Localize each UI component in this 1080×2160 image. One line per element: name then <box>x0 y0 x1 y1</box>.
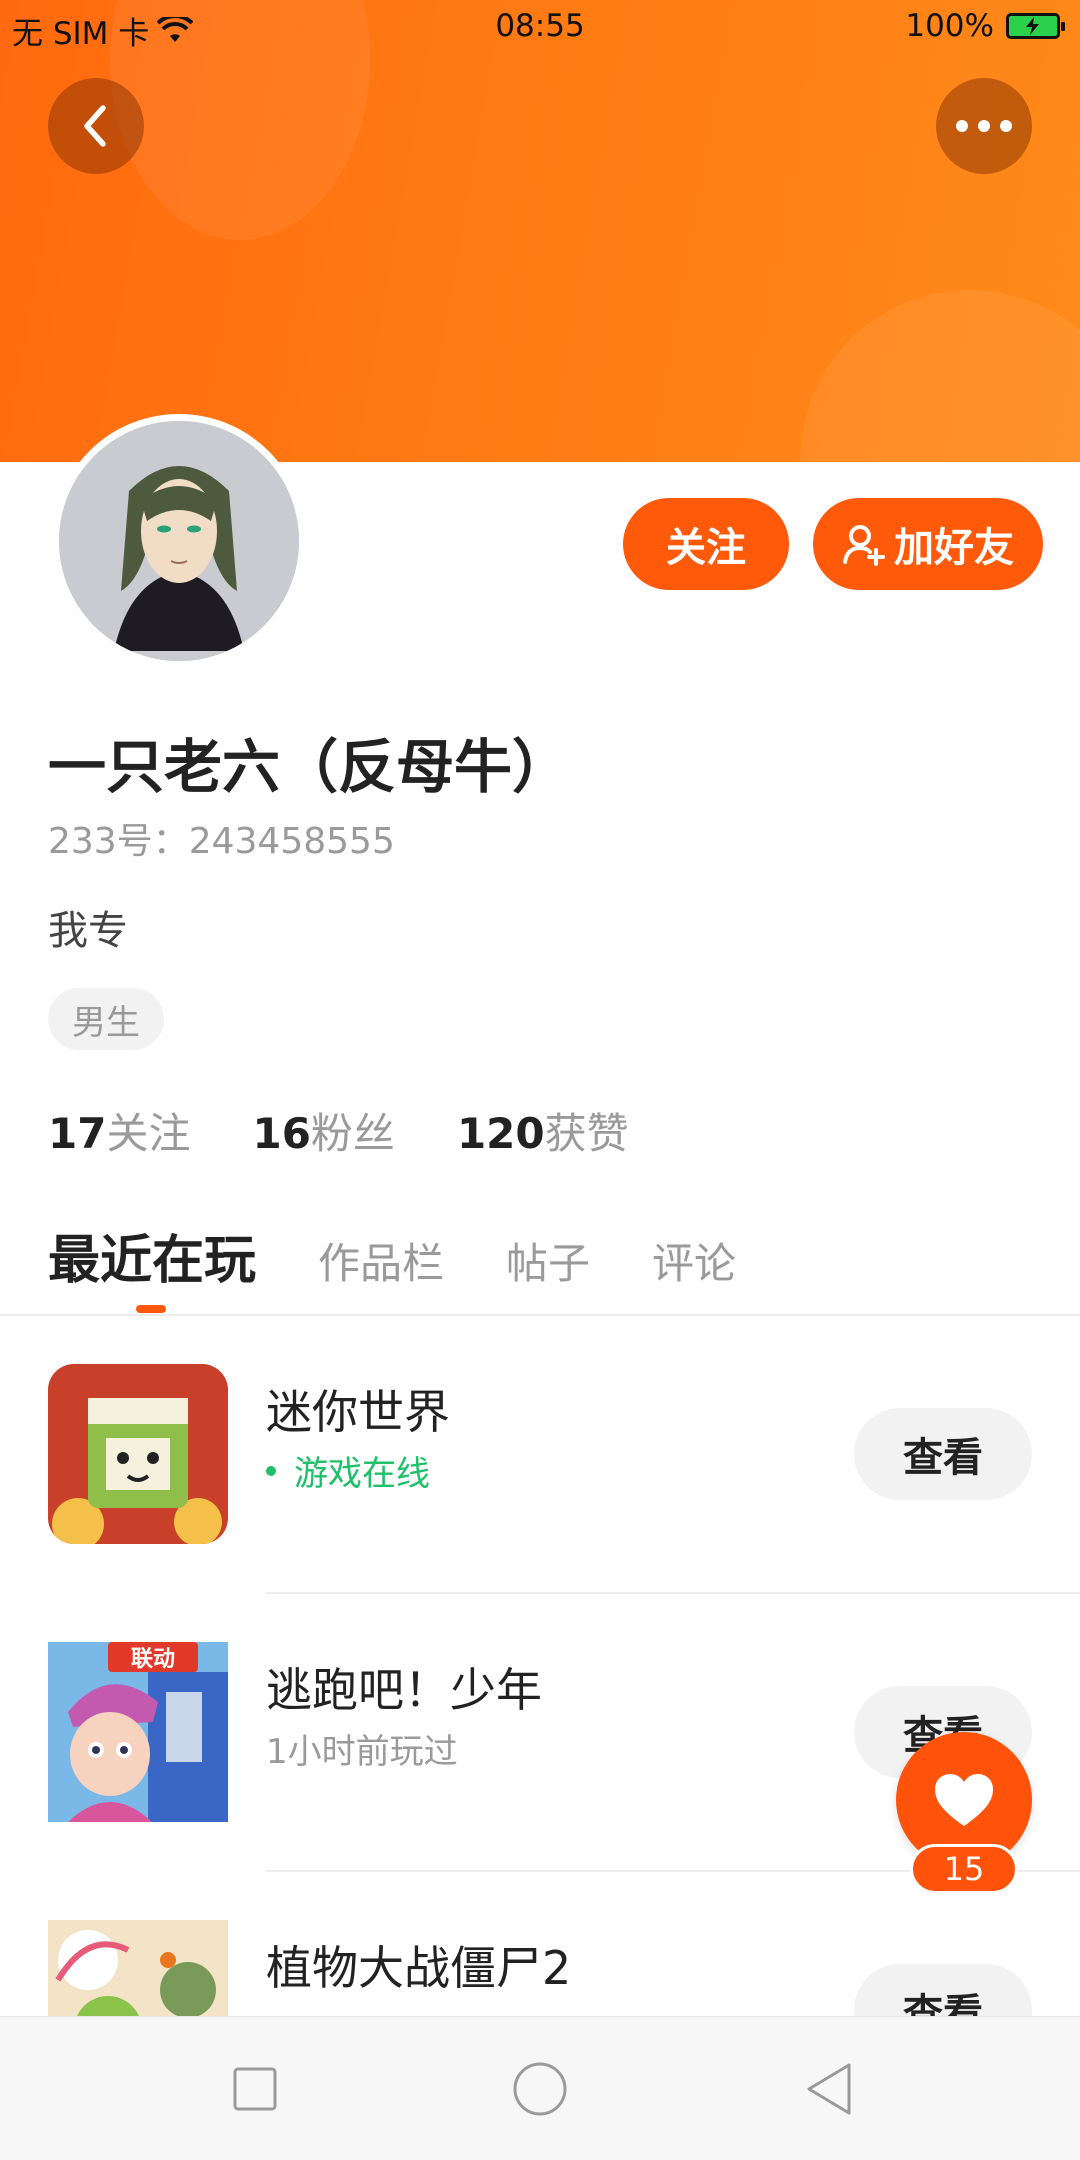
game-title: 逃跑吧！少年 <box>266 1663 542 1717</box>
heart-icon <box>935 1774 993 1826</box>
add-friend-label: 加好友 <box>894 525 1014 571</box>
view-button[interactable]: 查看 <box>854 1964 1032 2016</box>
stat-number: 120 <box>456 1109 545 1158</box>
tab-comments[interactable]: 评论 <box>652 1230 736 1291</box>
like-count: 15 <box>910 1844 1018 1894</box>
stat-likes[interactable]: 120获赞 <box>457 1100 629 1161</box>
stat-number: 16 <box>252 1109 311 1158</box>
profile-bio: 我专 <box>48 908 128 954</box>
triangle-back-icon <box>807 2063 851 2115</box>
stat-label: 粉丝 <box>310 1109 395 1158</box>
list-item[interactable]: 植物大战僵尸2 查看 <box>0 1872 1080 2016</box>
profile-name: 一只老六（反母牛） <box>48 733 571 801</box>
game-title: 植物大战僵尸2 <box>266 1941 572 1995</box>
game-badge: 联动 <box>108 1642 198 1672</box>
status-right: 100% <box>905 8 1065 44</box>
list-item[interactable]: 迷你世界 游戏在线 查看 <box>0 1316 1080 1594</box>
follow-button[interactable]: 关注 <box>623 498 789 590</box>
tab-works[interactable]: 作品栏 <box>318 1230 444 1291</box>
battery-percent: 100% <box>905 8 994 44</box>
recent-apps-button[interactable] <box>219 2053 291 2125</box>
online-dot-icon <box>266 1465 276 1476</box>
stat-label: 获赞 <box>544 1109 629 1158</box>
chevron-left-icon <box>84 105 106 147</box>
stat-following[interactable]: 17关注 <box>48 1100 190 1161</box>
add-user-icon <box>843 525 885 566</box>
gender-label: 男生 <box>72 1002 140 1043</box>
stat-label: 关注 <box>106 1109 191 1158</box>
profile-uid: 233号：243458555 <box>48 821 395 862</box>
tab-posts[interactable]: 帖子 <box>506 1230 590 1291</box>
view-button[interactable]: 查看 <box>854 1408 1032 1500</box>
follow-label: 关注 <box>666 525 746 571</box>
add-friend-button[interactable]: 加好友 <box>813 498 1043 590</box>
avatar-illustration <box>59 421 299 661</box>
tab-indicator <box>136 1305 166 1313</box>
system-nav-bar <box>0 2016 1080 2160</box>
profile-tabs: 最近在玩 作品栏 帖子 评论 <box>48 1218 736 1293</box>
circle-icon <box>513 2062 567 2116</box>
game-status-text: 游戏在线 <box>294 1454 430 1494</box>
stats-row: 17关注 16粉丝 120获赞 <box>48 1100 629 1161</box>
game-icon-pvz2 <box>48 1920 228 2016</box>
status-bar: 无 SIM 卡 08:55 100% <box>0 0 1080 56</box>
back-nav-button[interactable] <box>793 2053 865 2125</box>
stat-number: 17 <box>48 1109 107 1158</box>
more-dots-icon <box>956 120 1012 132</box>
banner-decoration <box>800 290 1080 462</box>
game-status: 1小时前玩过 <box>266 1732 458 1772</box>
tab-recent-play[interactable]: 最近在玩 <box>48 1218 256 1293</box>
game-status: 游戏在线 <box>266 1446 430 1495</box>
avatar[interactable] <box>52 414 306 668</box>
stat-fans[interactable]: 16粉丝 <box>252 1100 394 1161</box>
game-title: 迷你世界 <box>266 1385 450 1439</box>
profile-banner <box>0 0 1080 462</box>
square-icon <box>233 2067 277 2111</box>
more-button[interactable] <box>936 78 1032 174</box>
home-button[interactable] <box>504 2053 576 2125</box>
game-icon-mini-world <box>48 1364 228 1544</box>
back-button[interactable] <box>48 78 144 174</box>
battery-icon <box>1006 13 1065 39</box>
gender-tag: 男生 <box>48 988 164 1050</box>
